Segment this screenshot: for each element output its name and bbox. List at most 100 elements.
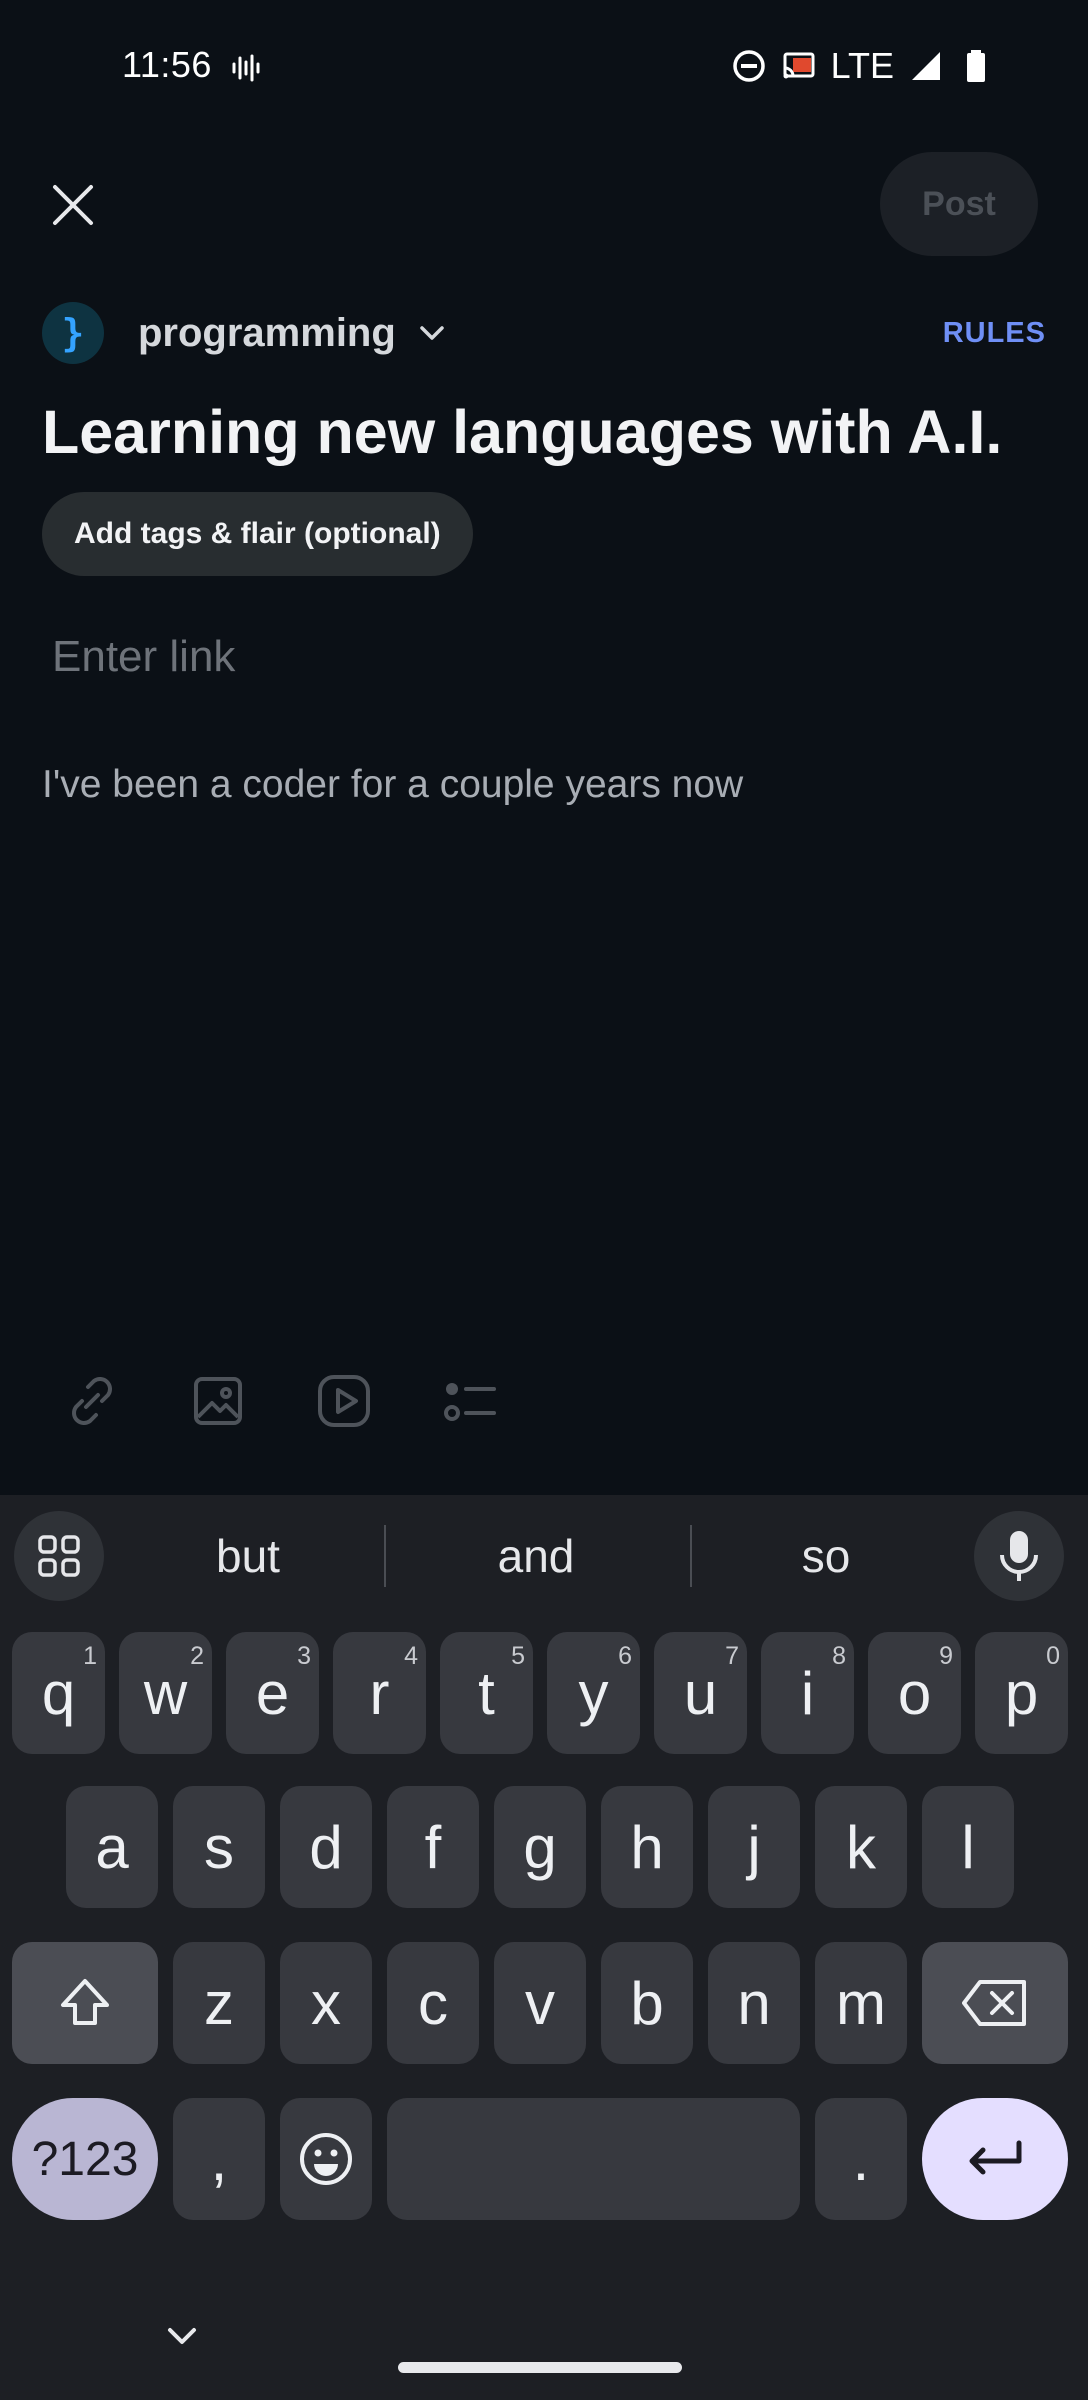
key-digit: 8 — [832, 1642, 846, 1670]
emoji-icon — [300, 2133, 352, 2185]
key-digit: 6 — [618, 1642, 632, 1670]
key-j[interactable]: j — [708, 1786, 800, 1908]
key-digit: 0 — [1046, 1642, 1060, 1670]
post-button[interactable]: Post — [880, 152, 1038, 256]
key-u[interactable]: u7 — [654, 1632, 747, 1754]
key-b[interactable]: b — [601, 1942, 693, 2064]
key-letter: y — [578, 1659, 609, 1727]
link-icon[interactable] — [60, 1369, 124, 1433]
community-avatar[interactable]: } — [42, 302, 104, 364]
chevron-down-icon[interactable] — [416, 317, 448, 349]
cast-icon — [783, 52, 815, 79]
key-q[interactable]: q1 — [12, 1632, 105, 1754]
add-tags-flair-button[interactable]: Add tags & flair (optional) — [42, 492, 473, 576]
microphone-icon — [1000, 1531, 1038, 1581]
key-letter: w — [143, 1659, 188, 1727]
keyboard: but and so q1 w2 e3 r4 t5 y6 u7 i8 o9 p … — [0, 1495, 1088, 2400]
key-m[interactable]: m — [815, 1942, 907, 2064]
key-e[interactable]: e3 — [226, 1632, 319, 1754]
key-y[interactable]: y6 — [547, 1632, 640, 1754]
screen: 11:56 LTE Post} programming RULES Learn… — [0, 0, 1088, 2400]
key-o[interactable]: o9 — [868, 1632, 961, 1754]
network-type: LTE — [830, 45, 894, 86]
key-z[interactable]: z — [173, 1942, 265, 2064]
key-r[interactable]: r4 — [333, 1632, 426, 1754]
key-row-1: q1 w2 e3 r4 t5 y6 u7 i8 o9 p0 — [0, 1632, 1088, 1754]
key-digit: 3 — [297, 1642, 311, 1670]
key-row-3: z x c v b n m — [0, 1942, 1088, 2064]
signal-icon — [912, 52, 940, 80]
key-a[interactable]: a — [66, 1786, 158, 1908]
symbols-key[interactable]: ?123 — [12, 2098, 158, 2220]
format-toolbar — [60, 1370, 502, 1432]
status-icons: LTE — [731, 44, 994, 88]
close-icon — [53, 185, 93, 225]
backspace-icon — [962, 1980, 1026, 2026]
enter-icon — [969, 2140, 1022, 2175]
key-letter: t — [478, 1659, 495, 1727]
space-key[interactable] — [387, 2098, 800, 2220]
key-w[interactable]: w2 — [119, 1632, 212, 1754]
key-digit: 4 — [404, 1642, 418, 1670]
key-letter: r — [369, 1659, 390, 1727]
video-icon[interactable] — [312, 1369, 376, 1433]
status-time: 11:56 — [122, 44, 212, 85]
key-k[interactable]: k — [815, 1786, 907, 1908]
key-letter: q — [41, 1659, 76, 1727]
suggestion-divider — [384, 1525, 386, 1587]
key-v[interactable]: v — [494, 1942, 586, 2064]
emoji-key[interactable] — [280, 2098, 372, 2220]
key-digit: 9 — [939, 1642, 953, 1670]
suggestion-2[interactable]: and — [396, 1521, 676, 1591]
key-c[interactable]: c — [387, 1942, 479, 2064]
shift-key[interactable] — [12, 1942, 158, 2064]
voice-activity-icon — [232, 54, 260, 82]
suggestion-1[interactable]: but — [108, 1521, 388, 1591]
key-letter: i — [800, 1659, 815, 1727]
home-indicator[interactable] — [398, 2362, 682, 2373]
community-selector-row: } programming RULES — [42, 300, 1052, 366]
key-letter: u — [683, 1659, 718, 1727]
post-body-field[interactable]: I've been a coder for a couple years now — [42, 760, 1042, 810]
keyboard-menu-button[interactable] — [14, 1511, 104, 1601]
community-name[interactable]: programming — [138, 311, 396, 356]
enter-key[interactable] — [922, 2098, 1068, 2220]
comma-key[interactable]: , — [173, 2098, 265, 2220]
key-digit: 1 — [83, 1642, 97, 1670]
dnd-icon — [732, 50, 765, 82]
suggestion-3[interactable]: so — [686, 1521, 966, 1591]
key-s[interactable]: s — [173, 1786, 265, 1908]
battery-icon — [967, 50, 985, 82]
key-g[interactable]: g — [494, 1786, 586, 1908]
period-key[interactable]: . — [815, 2098, 907, 2220]
key-row-2: a s d f g h j k l — [0, 1786, 1088, 1908]
key-digit: 5 — [511, 1642, 525, 1670]
key-t[interactable]: t5 — [440, 1632, 533, 1754]
link-input[interactable] — [52, 622, 1012, 692]
image-icon[interactable] — [186, 1369, 250, 1433]
key-digit: 7 — [725, 1642, 739, 1670]
apps-grid-icon — [38, 1535, 80, 1577]
status-bar: 11:56 LTE — [0, 0, 1088, 130]
hide-keyboard-icon[interactable] — [162, 2316, 202, 2356]
key-d[interactable]: d — [280, 1786, 372, 1908]
key-row-4: ?123 , . — [0, 2098, 1088, 2220]
poll-icon[interactable] — [438, 1369, 502, 1433]
key-x[interactable]: x — [280, 1942, 372, 2064]
key-letter: e — [255, 1659, 290, 1727]
key-letter: o — [897, 1659, 932, 1727]
backspace-key[interactable] — [922, 1942, 1068, 2064]
close-button[interactable] — [36, 168, 110, 242]
key-l[interactable]: l — [922, 1786, 1014, 1908]
key-h[interactable]: h — [601, 1786, 693, 1908]
suggestion-bar: but and so — [0, 1495, 1088, 1617]
key-n[interactable]: n — [708, 1942, 800, 2064]
key-i[interactable]: i8 — [761, 1632, 854, 1754]
key-p[interactable]: p0 — [975, 1632, 1068, 1754]
post-title-field[interactable]: Learning new languages with A.I. — [42, 392, 1062, 472]
key-f[interactable]: f — [387, 1786, 479, 1908]
rules-link[interactable]: RULES — [943, 317, 1046, 350]
voice-input-button[interactable] — [974, 1511, 1064, 1601]
key-digit: 2 — [190, 1642, 204, 1670]
key-letter: p — [1004, 1659, 1039, 1727]
